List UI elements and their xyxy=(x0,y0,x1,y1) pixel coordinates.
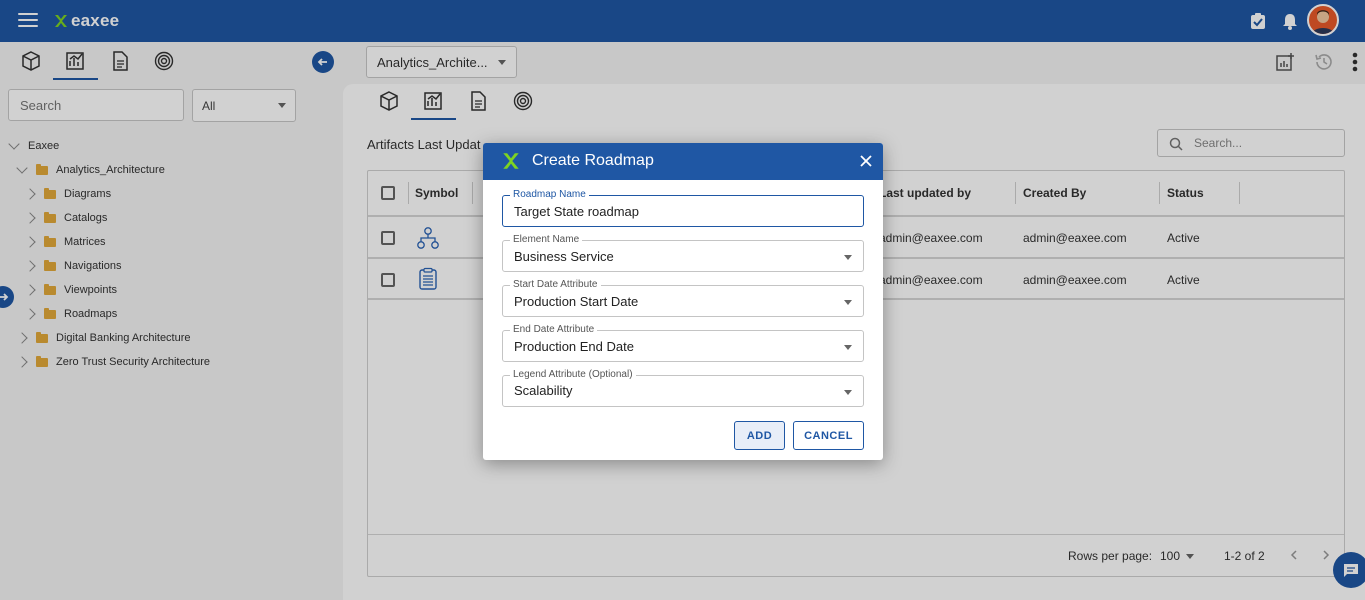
add-button[interactable]: ADD xyxy=(734,421,785,450)
element-name-label: Element Name xyxy=(510,234,583,246)
app-root: eaxee Search All Eaxee Analytics_Archite… xyxy=(0,0,1365,600)
roadmap-name-label: Roadmap Name xyxy=(510,189,589,201)
end-date-attribute-value: Production End Date xyxy=(514,339,634,354)
create-roadmap-dialog: Create Roadmap Roadmap Name Target State… xyxy=(483,143,883,460)
chevron-down-icon xyxy=(844,255,852,260)
start-date-attribute-label: Start Date Attribute xyxy=(510,279,601,291)
eaxee-logo-icon xyxy=(503,153,519,169)
roadmap-name-value: Target State roadmap xyxy=(514,204,640,219)
cancel-button[interactable]: CANCEL xyxy=(793,421,864,450)
start-date-attribute-select[interactable]: Start Date Attribute Production Start Da… xyxy=(502,279,864,317)
element-name-select[interactable]: Element Name Business Service xyxy=(502,234,864,272)
dialog-title: Create Roadmap xyxy=(532,152,654,169)
chevron-down-icon xyxy=(844,300,852,305)
legend-attribute-select[interactable]: Legend Attribute (Optional) Scalability xyxy=(502,369,864,407)
roadmap-name-field[interactable]: Roadmap Name Target State roadmap xyxy=(502,189,864,227)
end-date-attribute-label: End Date Attribute xyxy=(510,324,598,336)
legend-attribute-value: Scalability xyxy=(514,383,573,398)
element-name-value: Business Service xyxy=(514,249,614,264)
chevron-down-icon xyxy=(844,390,852,395)
chevron-down-icon xyxy=(844,345,852,350)
close-icon[interactable] xyxy=(859,154,873,168)
legend-attribute-label: Legend Attribute (Optional) xyxy=(510,369,636,381)
start-date-attribute-value: Production Start Date xyxy=(514,294,639,309)
end-date-attribute-select[interactable]: End Date Attribute Production End Date xyxy=(502,324,864,362)
